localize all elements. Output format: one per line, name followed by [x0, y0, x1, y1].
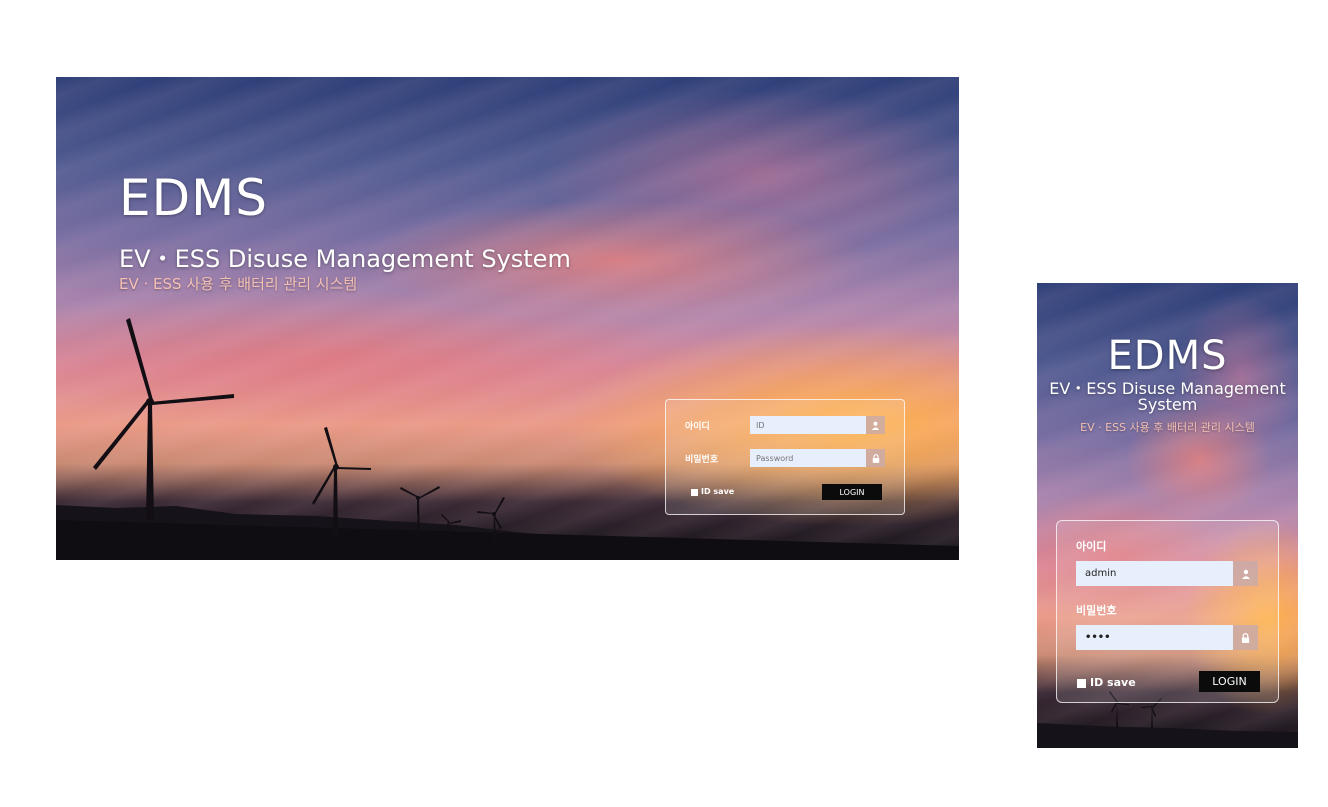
app-title: EDMS: [1107, 333, 1228, 379]
login-form: 아이디 비밀번호 ID save LOGIN: [665, 399, 905, 515]
id-save-checkbox[interactable]: [691, 489, 698, 496]
app-title: EDMS: [119, 169, 268, 227]
login-button[interactable]: LOGIN: [1199, 671, 1260, 692]
id-label: 아이디: [1076, 540, 1107, 553]
app-subtitle: EV・ESS Disuse Management System: [1049, 379, 1286, 414]
mobile-login-screen: EDMS EV・ESS Disuse Management System EV …: [1037, 283, 1298, 748]
password-label: 비밀번호: [1076, 604, 1117, 617]
id-label: 아이디: [685, 422, 710, 432]
id-input[interactable]: [1076, 561, 1233, 586]
user-icon: [1233, 561, 1258, 586]
app-subtitle: EV・ESS Disuse Management System: [119, 245, 571, 273]
password-label: 비밀번호: [685, 455, 719, 465]
id-save-label: ID save: [1090, 676, 1136, 689]
id-input[interactable]: [750, 416, 866, 434]
desktop-login-screen: EDMS EV・ESS Disuse Management System EV …: [56, 77, 959, 560]
id-save-checkbox[interactable]: [1077, 679, 1086, 688]
password-input[interactable]: [750, 449, 866, 467]
id-save-label: ID save: [701, 487, 735, 496]
lock-icon: [1233, 625, 1258, 650]
login-button[interactable]: LOGIN: [822, 484, 882, 500]
app-subtitle-korean: EV · ESS 사용 후 배터리 관리 시스템: [1080, 421, 1255, 434]
lock-icon: [866, 449, 885, 467]
app-subtitle-korean: EV · ESS 사용 후 배터리 관리 시스템: [119, 275, 358, 293]
user-icon: [866, 416, 885, 434]
login-form: 아이디 비밀번호 •••• ID save LOGIN: [1056, 520, 1279, 703]
password-input[interactable]: ••••: [1076, 625, 1233, 650]
